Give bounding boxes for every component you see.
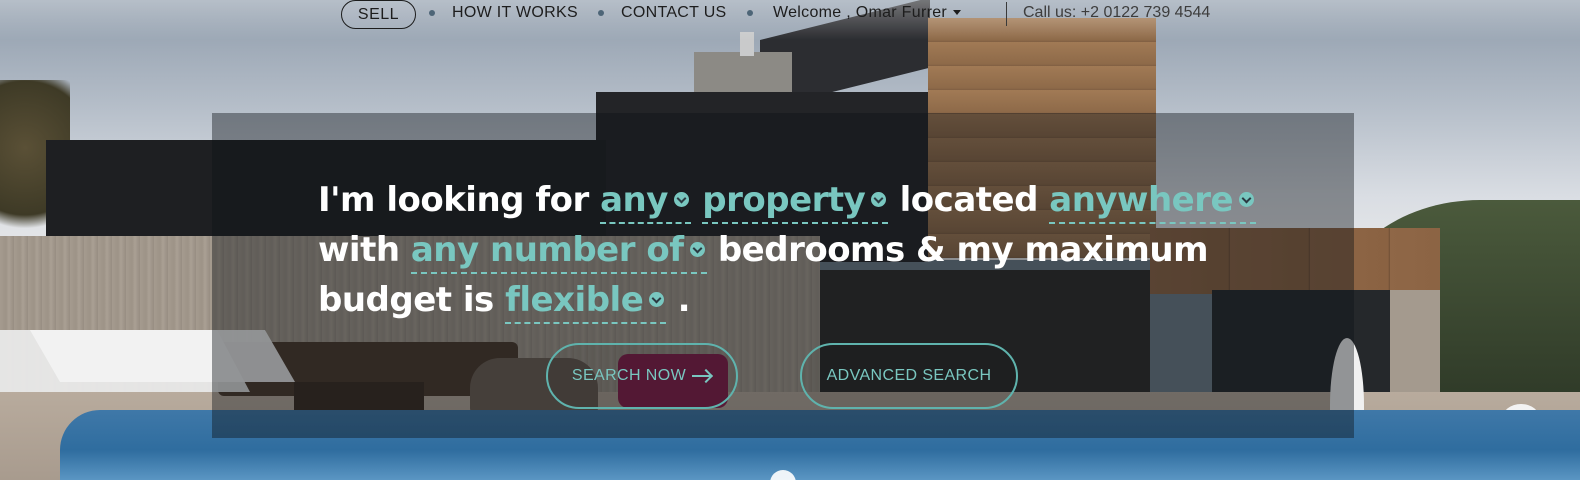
call-us-text: Call us: +2 0122 739 4544	[1023, 4, 1211, 21]
sentence-line-2: with any number of bedrooms & my maximum	[318, 225, 1238, 275]
chevron-down-icon	[871, 192, 887, 207]
chevron-down-icon	[1239, 192, 1255, 207]
sentence-text: bedrooms & my maximum	[706, 230, 1209, 270]
contact-us-link[interactable]: CONTACT US	[621, 4, 727, 22]
bedrooms-dropdown[interactable]: any number of	[410, 230, 707, 274]
type-dropdown[interactable]: any	[600, 180, 691, 224]
search-sentence: I'm looking for any property located any…	[318, 175, 1257, 325]
bedrooms-value: any number of	[410, 230, 684, 270]
chevron-down-icon	[649, 292, 665, 307]
nav-dot	[429, 10, 435, 16]
property-dropdown[interactable]: property	[702, 180, 889, 224]
sentence-line-1: I'm looking for any property located any…	[318, 175, 1257, 225]
sentence-text: I'm looking for	[318, 180, 601, 220]
chevron-down-icon	[689, 242, 705, 257]
nav-dot	[598, 10, 604, 16]
nav-dot	[747, 10, 753, 16]
top-nav: SELL HOW IT WORKS CONTACT US Welcome , O…	[0, 0, 1580, 29]
caret-down-icon	[953, 10, 962, 16]
budget-dropdown[interactable]: flexible	[505, 280, 667, 324]
type-value: any	[600, 180, 668, 220]
user-menu-label: Welcome , Omar Furrer	[773, 4, 948, 21]
search-now-button[interactable]: SEARCH NOW	[546, 343, 738, 409]
nav-divider	[1006, 2, 1007, 26]
sentence-text: located	[888, 180, 1050, 220]
arrow-right-icon	[692, 370, 712, 382]
advanced-search-button[interactable]: ADVANCED SEARCH	[800, 343, 1018, 409]
location-dropdown[interactable]: anywhere	[1049, 180, 1257, 224]
property-value: property	[702, 180, 866, 220]
sentence-text: with	[318, 230, 411, 270]
sentence-line-3: budget is flexible .	[318, 275, 1238, 325]
sentence-text: budget is	[318, 280, 506, 320]
sentence-text: .	[666, 280, 691, 320]
sell-button[interactable]: SELL	[341, 0, 416, 29]
chevron-down-icon	[673, 192, 689, 207]
location-value: anywhere	[1049, 180, 1234, 220]
search-now-label: SEARCH NOW	[571, 367, 687, 384]
how-it-works-link[interactable]: HOW IT WORKS	[452, 4, 578, 22]
budget-value: flexible	[505, 280, 644, 320]
user-menu[interactable]: Welcome , Omar Furrer	[773, 4, 962, 22]
advanced-search-label: ADVANCED SEARCH	[826, 367, 992, 384]
